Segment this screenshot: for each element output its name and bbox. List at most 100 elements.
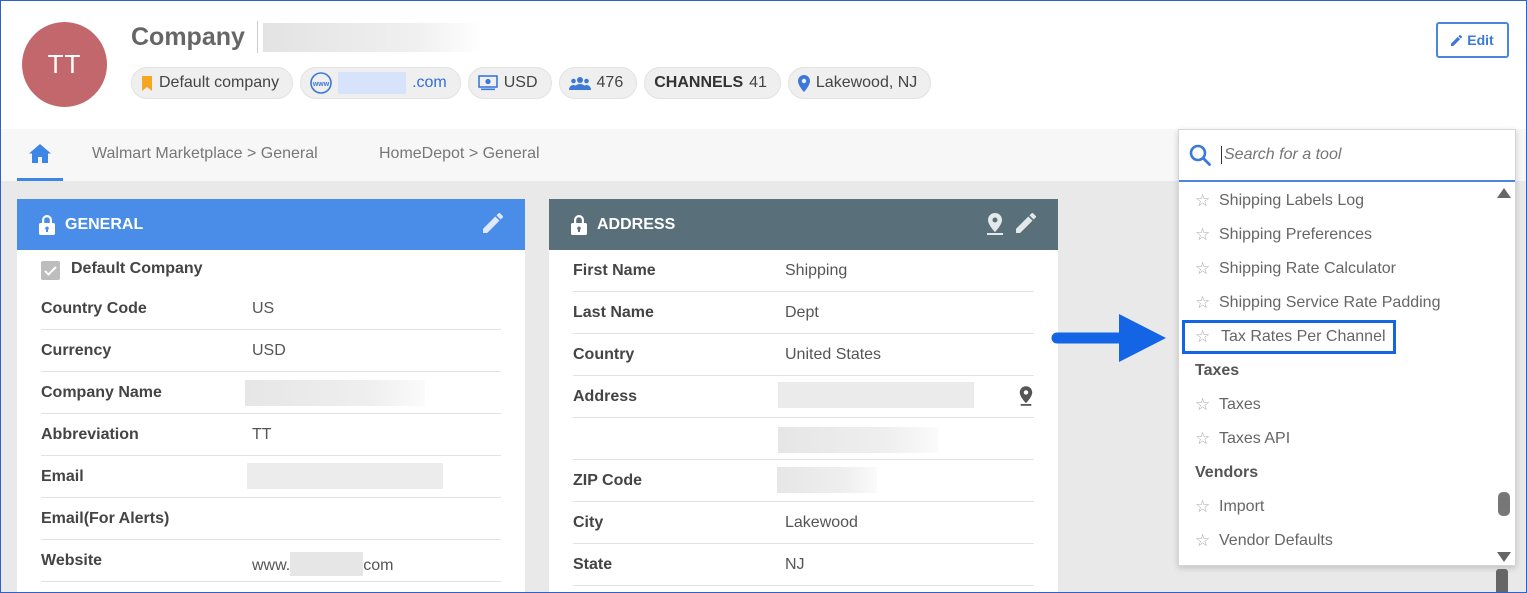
star-icon[interactable]: ☆ (1195, 225, 1213, 245)
tool-item-label: Shipping Labels Log (1219, 192, 1365, 209)
star-icon[interactable]: ☆ (1195, 395, 1213, 415)
map-pin-icon (797, 74, 810, 92)
scroll-down-arrow[interactable] (1497, 552, 1511, 562)
company-name-redacted (263, 23, 483, 52)
tool-search-dropdown: ☆ Shipping Labels Log ☆ Shipping Preference… (1178, 129, 1516, 566)
website-redacted (290, 552, 364, 576)
website-value: www. com (252, 552, 393, 576)
field-value: Dept (785, 304, 819, 321)
pencil-icon[interactable] (1016, 213, 1036, 233)
field-label: Country (573, 346, 635, 363)
tool-item-label: Taxes API (1219, 430, 1291, 447)
general-row-currency: Currency USD (41, 330, 501, 372)
lock-icon (39, 214, 55, 235)
tool-item[interactable]: ☆ Import (1179, 490, 1497, 524)
general-row-abbreviation: Abbreviation TT (41, 414, 501, 456)
globe-icon: www (310, 72, 332, 94)
address-row-country: Country United States (573, 334, 1034, 376)
field-label: Address (573, 388, 638, 405)
users-count: 476 (596, 74, 624, 91)
email-redacted (247, 463, 443, 489)
general-card-header: GENERAL (17, 199, 525, 250)
tool-item-label: Shipping Rate Calculator (1219, 260, 1396, 277)
users-chip[interactable]: 476 (558, 67, 638, 99)
tool-item[interactable]: ☆ Shipping Labels Log (1179, 184, 1497, 218)
tab-walmart-general[interactable]: Walmart Marketplace > General (92, 145, 318, 163)
edit-button[interactable]: Edit (1436, 22, 1509, 58)
general-card-title: GENERAL (65, 215, 144, 233)
tool-item[interactable]: ☆ Vendor Defaults (1179, 524, 1497, 558)
company-chips: Default company www .com USD 476 CHANNEL… (131, 67, 932, 99)
avatar: TT (22, 22, 107, 107)
field-label: Website (41, 552, 103, 569)
money-icon (477, 75, 498, 91)
tool-item[interactable]: ☆ Shipping Preferences (1179, 218, 1497, 252)
field-value: NJ (785, 556, 805, 573)
arrow-right-icon (1051, 314, 1166, 362)
general-row-email: Email (41, 456, 501, 498)
tool-item[interactable]: ☆ Shipping Service Rate Padding (1179, 286, 1497, 320)
tool-item-label: Shipping Service Rate Padding (1219, 294, 1441, 311)
scroll-up-arrow[interactable] (1497, 188, 1511, 198)
home-icon (29, 144, 51, 163)
search-icon (1189, 144, 1211, 166)
general-row-website: Website www. com (41, 540, 501, 582)
tool-search-bar (1179, 130, 1515, 182)
general-card-actions (483, 213, 503, 233)
tool-item[interactable]: ☆ Taxes API (1179, 422, 1497, 456)
tab-homedepot-general[interactable]: HomeDepot > General (379, 145, 540, 163)
tool-list-scrollbar[interactable] (1497, 186, 1511, 562)
map-pin-icon[interactable] (986, 213, 1004, 235)
default-company-checkbox[interactable] (41, 261, 60, 280)
pencil-icon[interactable] (483, 213, 503, 233)
address-row-last-name: Last Name Dept (573, 292, 1034, 334)
star-icon[interactable]: ☆ (1195, 191, 1213, 211)
address-row-address-line-2 (573, 418, 1034, 460)
star-icon[interactable]: ☆ (1195, 497, 1213, 517)
address-card-actions (986, 213, 1036, 235)
field-label: Email (41, 468, 84, 485)
star-icon[interactable]: ☆ (1195, 429, 1213, 449)
zip-redacted (777, 467, 877, 493)
address-card: ADDRESS First Name Shipping Last Name De… (549, 199, 1058, 592)
default-company-row: Default Company (41, 250, 501, 288)
company-header: TT Company Default company www .com USD … (1, 1, 1526, 129)
tab-home[interactable] (17, 129, 63, 181)
currency-chip: USD (467, 67, 552, 99)
field-label: First Name (573, 262, 656, 279)
scroll-thumb[interactable] (1498, 492, 1510, 516)
field-label: Currency (41, 342, 112, 359)
field-value: Lakewood (785, 514, 858, 531)
website-suffix: .com (412, 74, 447, 91)
tool-search-input[interactable] (1221, 146, 1501, 164)
field-label: Company Name (41, 384, 162, 401)
field-label: State (573, 556, 613, 573)
star-icon[interactable]: ☆ (1195, 327, 1213, 347)
tool-item[interactable]: ☆ Taxes (1179, 388, 1497, 422)
tool-item-highlighted[interactable]: ☆ Tax Rates Per Channel (1182, 320, 1396, 354)
address-redacted (778, 382, 974, 408)
tool-group-header: Taxes (1195, 362, 1240, 379)
map-pin-icon[interactable] (1018, 385, 1034, 407)
tool-group-header: Vendors (1195, 464, 1259, 481)
address-row-state: State NJ (573, 544, 1034, 586)
website-chip[interactable]: www .com (300, 67, 461, 99)
title-divider (257, 21, 258, 53)
star-icon[interactable]: ☆ (1195, 531, 1213, 551)
field-label: Email(For Alerts) (41, 510, 170, 527)
field-label: Country Code (41, 300, 147, 317)
channels-label: CHANNELS (654, 74, 744, 91)
app-window: TT Company Default company www .com USD … (0, 0, 1527, 593)
field-label: ZIP Code (573, 472, 643, 489)
field-value: US (252, 300, 275, 317)
star-icon[interactable]: ☆ (1195, 259, 1213, 279)
address-line2-redacted (778, 427, 938, 453)
tool-item-label: Shipping Preferences (1219, 226, 1372, 243)
svg-text:www: www (312, 81, 330, 88)
star-icon[interactable]: ☆ (1195, 293, 1213, 313)
field-label: City (573, 514, 604, 531)
channels-chip[interactable]: CHANNELS 41 (644, 67, 781, 99)
page-scroll-thumb[interactable] (1496, 569, 1508, 592)
tool-item[interactable]: ☆ Shipping Rate Calculator (1179, 252, 1497, 286)
website-suffix: com (363, 557, 394, 574)
